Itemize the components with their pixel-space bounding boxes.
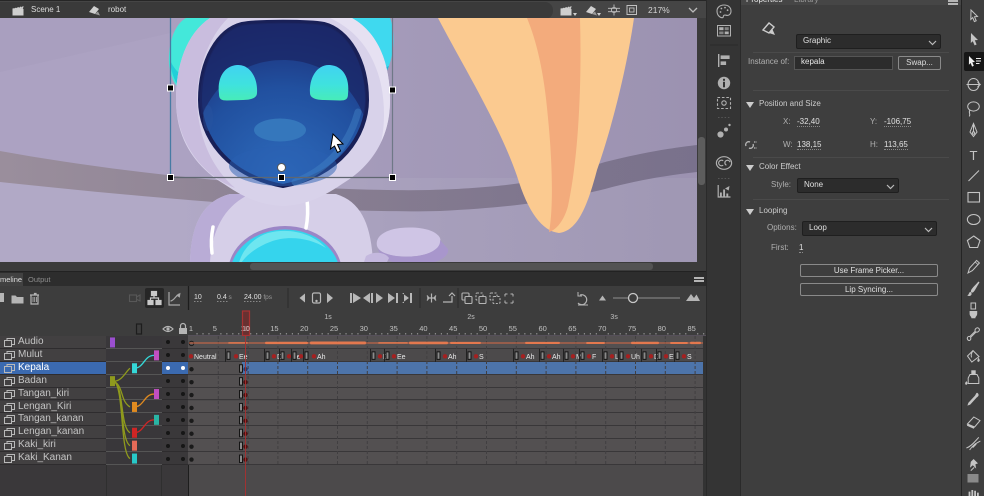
svg-text:45: 45 [449,324,457,333]
svg-text:Ah: Ah [448,354,457,361]
svg-text:S: S [687,354,692,361]
svg-text:65: 65 [568,324,576,333]
svg-text:Ah: Ah [526,354,535,361]
svg-text:20: 20 [300,324,308,333]
svg-text:Ee: Ee [397,354,406,361]
svg-text:85: 85 [687,324,695,333]
svg-text:80: 80 [658,324,666,333]
svg-text:Ah: Ah [317,354,326,361]
svg-text:Uh: Uh [631,354,640,361]
svg-text:40: 40 [419,324,427,333]
svg-text:1s: 1s [324,314,332,321]
svg-text:30: 30 [360,324,368,333]
svg-text:70: 70 [598,324,606,333]
svg-text:55: 55 [509,324,517,333]
svg-text:Ee: Ee [239,354,248,361]
svg-text:25: 25 [330,324,338,333]
svg-text:10: 10 [194,294,202,301]
svg-text:15: 15 [270,324,278,333]
svg-text:10: 10 [242,326,250,333]
svg-text:T: T [970,148,978,163]
svg-text:50: 50 [479,324,487,333]
svg-text:35: 35 [389,324,397,333]
svg-text:Ah: Ah [552,354,561,361]
svg-text:3s: 3s [610,314,618,321]
svg-text:S: S [479,354,484,361]
svg-text:F: F [592,354,596,361]
svg-text:24.00 fps: 24.00 fps [244,294,273,301]
svg-text:2s: 2s [467,314,475,321]
svg-text:1: 1 [189,324,193,333]
svg-text:0.4 s: 0.4 s [217,294,233,301]
svg-text:60: 60 [538,324,546,333]
svg-text:E: E [669,354,674,361]
svg-text:Neutral: Neutral [194,354,217,361]
svg-text:5: 5 [213,324,217,333]
svg-text:75: 75 [628,324,636,333]
